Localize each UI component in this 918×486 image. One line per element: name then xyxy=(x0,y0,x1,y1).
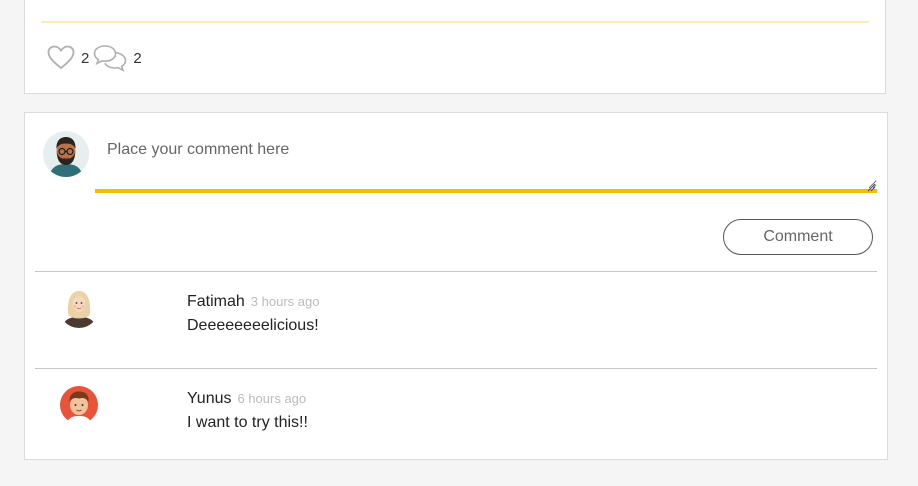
comments-card: Comment Fatimah 3 hours ago Deeeeeeeelici… xyxy=(24,112,888,460)
comment-item: Yunus 6 hours ago I want to try this!! xyxy=(25,369,887,465)
post-stats: 2 2 xyxy=(47,44,146,72)
comment-timestamp: 6 hours ago xyxy=(237,391,307,406)
heart-icon[interactable] xyxy=(47,45,75,71)
comment-text: Deeeeeeeelicious! xyxy=(187,317,319,334)
comment-author[interactable]: Fatimah 3 hours ago xyxy=(187,293,319,311)
comment-input[interactable] xyxy=(95,127,877,193)
comment-bubbles-icon[interactable] xyxy=(93,44,127,72)
comment-author[interactable]: Yunus 6 hours ago xyxy=(187,390,306,408)
post-divider xyxy=(41,21,869,23)
comment-text: I want to try this!! xyxy=(187,414,308,431)
post-card: 2 2 xyxy=(24,0,886,94)
commenter-avatar xyxy=(59,385,99,425)
commenter-avatar xyxy=(59,288,99,328)
comment-author-name[interactable]: Fatimah xyxy=(187,293,245,310)
comment-timestamp: 3 hours ago xyxy=(250,294,320,309)
comment-submit-button[interactable]: Comment xyxy=(723,219,873,255)
likes-count: 2 xyxy=(81,49,90,67)
current-user-avatar xyxy=(43,131,89,177)
comment-author-name[interactable]: Yunus xyxy=(187,390,231,407)
resize-handle-icon[interactable] xyxy=(867,179,876,192)
comments-count: 2 xyxy=(133,49,142,67)
comment-item: Fatimah 3 hours ago Deeeeeeeelicious! xyxy=(25,272,887,368)
